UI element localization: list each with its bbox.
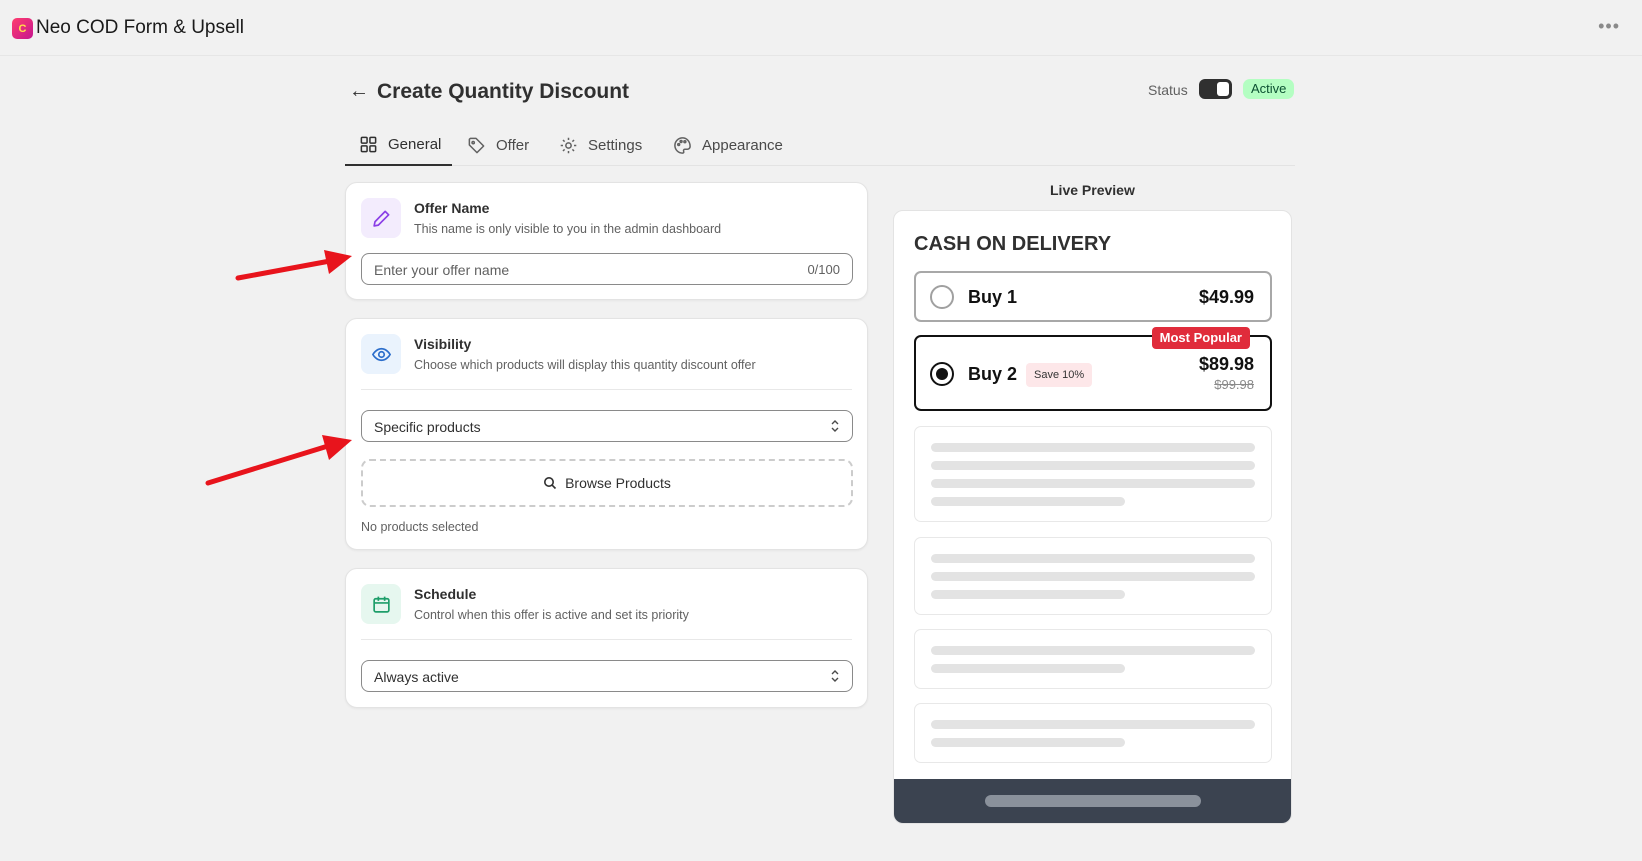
app-title: Neo COD Form & Upsell xyxy=(36,17,244,38)
skeleton-block xyxy=(914,703,1272,763)
chevron-up-down-icon xyxy=(831,420,839,432)
tab-general[interactable]: General xyxy=(345,124,452,166)
skeleton-line xyxy=(931,497,1125,506)
eye-icon xyxy=(361,334,401,374)
option-label: Buy 1 xyxy=(968,287,1018,307)
skeleton-block xyxy=(914,537,1272,615)
skeleton-button xyxy=(985,795,1201,807)
tag-icon xyxy=(468,137,485,153)
most-popular-badge: Most Popular xyxy=(1151,327,1250,349)
option-old-price: $99.98 xyxy=(1214,377,1254,392)
skeleton-line xyxy=(931,646,1255,655)
search-icon xyxy=(544,477,557,490)
skeleton-line xyxy=(931,554,1255,563)
option-price: $49.99 xyxy=(1198,287,1254,307)
card-description: Choose which products will display this … xyxy=(414,358,756,372)
app-logo-letter: C xyxy=(18,22,27,35)
schedule-select-value: Always active xyxy=(374,669,459,685)
status-label: Status xyxy=(1148,82,1188,98)
grid-icon xyxy=(360,136,377,152)
tab-offer[interactable]: Offer xyxy=(467,124,529,166)
annotation-arrow xyxy=(205,435,352,486)
pencil-icon xyxy=(361,198,401,238)
skeleton-block xyxy=(914,629,1272,689)
live-preview-title: Live Preview xyxy=(1050,182,1135,198)
tab-label: General xyxy=(388,135,442,153)
annotation-arrow xyxy=(235,250,352,281)
palette-icon xyxy=(674,136,691,154)
skeleton-line xyxy=(931,720,1255,729)
browse-products-label: Browse Products xyxy=(565,475,671,491)
tab-appearance[interactable]: Appearance xyxy=(673,124,783,166)
more-actions-icon[interactable]: ••• xyxy=(1598,16,1620,37)
option-label: Buy 2 xyxy=(968,364,1018,384)
divider xyxy=(361,389,852,390)
page-title: Create Quantity Discount xyxy=(377,80,630,103)
card-description: This name is only visible to you in the … xyxy=(414,222,722,236)
calendar-icon xyxy=(361,584,401,624)
app-header: C Neo COD Form & Upsell ••• xyxy=(0,0,1642,56)
card-title: Offer Name xyxy=(414,200,490,216)
back-arrow-icon[interactable]: ← xyxy=(349,80,369,103)
tab-label: Appearance xyxy=(702,136,783,154)
status-toggle[interactable] xyxy=(1199,79,1232,99)
no-products-note: No products selected xyxy=(361,520,479,534)
visibility-select-value: Specific products xyxy=(374,419,481,435)
browse-products-button[interactable]: Browse Products xyxy=(361,459,853,507)
card-description: Control when this offer is active and se… xyxy=(414,608,689,622)
visibility-select[interactable]: Specific products xyxy=(361,410,853,442)
skeleton-line xyxy=(931,479,1255,488)
visibility-card: Visibility Choose which products will di… xyxy=(345,318,868,550)
preview-submit-bar xyxy=(894,779,1291,823)
skeleton-line xyxy=(931,590,1125,599)
gear-icon xyxy=(560,137,577,153)
schedule-card: Schedule Control when this offer is acti… xyxy=(345,568,868,708)
tab-bar: General Offer Settings Appearance xyxy=(345,124,1295,166)
offer-name-placeholder: Enter your offer name xyxy=(374,262,510,278)
card-title: Visibility xyxy=(414,336,472,352)
skeleton-line xyxy=(931,443,1255,452)
live-preview-panel: CASH ON DELIVERY Buy 1 $49.99 Most Popul… xyxy=(893,210,1292,824)
skeleton-line xyxy=(931,738,1125,747)
status-badge: Active xyxy=(1243,79,1295,99)
radio-button[interactable] xyxy=(930,285,954,309)
app-logo: C xyxy=(12,18,33,39)
option-price: $89.98 xyxy=(1198,354,1254,374)
divider xyxy=(361,639,852,640)
offer-option-buy-1[interactable]: Buy 1 $49.99 xyxy=(914,271,1272,322)
card-title: Schedule xyxy=(414,586,477,602)
cod-heading: CASH ON DELIVERY xyxy=(914,233,1112,255)
radio-button-selected[interactable] xyxy=(930,362,954,386)
skeleton-line xyxy=(931,664,1125,673)
tab-label: Settings xyxy=(588,136,643,154)
chevron-up-down-icon xyxy=(831,670,839,682)
offer-name-input[interactable]: Enter your offer name 0/100 xyxy=(361,253,853,285)
skeleton-block xyxy=(914,426,1272,522)
skeleton-line xyxy=(931,572,1255,581)
schedule-select[interactable]: Always active xyxy=(361,660,853,692)
skeleton-line xyxy=(931,461,1255,470)
tab-settings[interactable]: Settings xyxy=(559,124,642,166)
offer-option-buy-2[interactable]: Most Popular Buy 2 Save 10% $89.98 $99.9… xyxy=(914,327,1272,411)
char-counter: 0/100 xyxy=(807,262,840,277)
tab-label: Offer xyxy=(496,136,530,154)
offer-name-card: Offer Name This name is only visible to … xyxy=(345,182,868,300)
save-tag: Save 10% xyxy=(1026,363,1093,387)
